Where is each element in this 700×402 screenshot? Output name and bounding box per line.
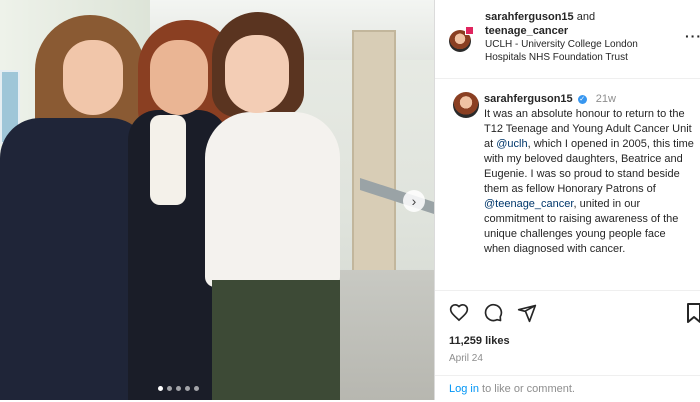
post-actions: 11,259 likes April 24 Log in to like or … <box>435 290 700 401</box>
carousel-dot <box>194 386 199 391</box>
caption-time[interactable]: 21w <box>596 93 616 105</box>
carousel-dots <box>158 386 199 391</box>
post-header: sarahferguson15 and teenage_cancer UCLH … <box>435 0 700 79</box>
person-middle-face <box>150 40 208 115</box>
post-side-panel: sarahferguson15 and teenage_cancer UCLH … <box>434 0 700 400</box>
carousel-dot <box>185 386 190 391</box>
mention-teenage-cancer[interactable]: @teenage_cancer <box>484 198 573 210</box>
caption-body: sarahferguson15 ✓ 21w It was an absolute… <box>484 92 694 257</box>
location-line-2[interactable]: Hospitals NHS Foundation Trust <box>485 51 685 64</box>
person-middle-scarf <box>150 115 186 205</box>
post-photo[interactable]: › <box>0 0 434 400</box>
collab-badge-icon <box>465 26 474 35</box>
caption-text: It was an absolute honour to return to t… <box>484 107 694 257</box>
bookmark-icon[interactable] <box>687 303 700 323</box>
carousel-dot <box>158 386 163 391</box>
share-icon[interactable] <box>517 303 537 323</box>
carousel-next-button[interactable]: › <box>403 190 425 212</box>
verified-badge-icon: ✓ <box>577 94 587 104</box>
person-right-top <box>205 112 340 287</box>
more-horizontal-icon[interactable]: ··· <box>685 28 700 44</box>
header-and: and <box>576 11 596 23</box>
carousel-dot <box>167 386 172 391</box>
caption-avatar[interactable] <box>453 92 479 118</box>
caption-username[interactable]: sarahferguson15 <box>484 93 573 105</box>
header-collaborator[interactable]: teenage_cancer <box>485 24 685 38</box>
photo-door <box>352 30 396 284</box>
comment-icon[interactable] <box>483 303 503 323</box>
location-line-1[interactable]: UCLH - University College London <box>485 38 685 51</box>
person-right-face <box>225 35 289 113</box>
heart-icon[interactable] <box>449 303 469 323</box>
login-link[interactable]: Log in <box>449 383 479 395</box>
login-rest: to like or comment. <box>478 383 575 395</box>
mention-uclh[interactable]: @uclh <box>496 138 527 150</box>
post-date[interactable]: April 24 <box>449 353 483 364</box>
chevron-right-icon: › <box>411 193 417 209</box>
login-prompt: Log in to like or comment. <box>435 375 700 401</box>
likes-count[interactable]: 11,259 likes <box>449 335 510 347</box>
header-text: sarahferguson15 and teenage_cancer UCLH … <box>485 10 685 64</box>
action-icons <box>449 303 537 323</box>
person-left-face <box>63 40 123 115</box>
carousel-dot <box>176 386 181 391</box>
header-username[interactable]: sarahferguson15 <box>485 11 574 23</box>
person-right-skirt <box>212 280 340 400</box>
caption: sarahferguson15 ✓ 21w It was an absolute… <box>435 86 700 286</box>
